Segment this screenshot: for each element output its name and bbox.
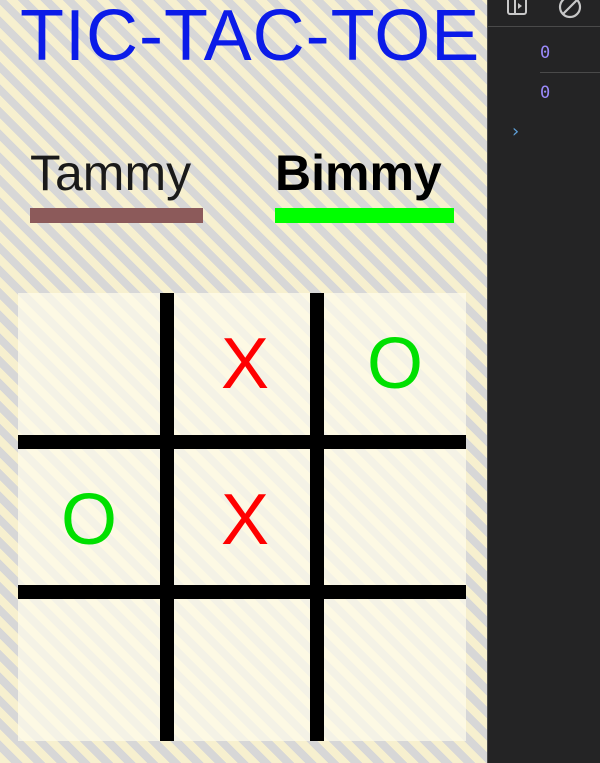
clear-console-icon[interactable] <box>557 0 582 19</box>
board-cell-0-1[interactable]: X <box>174 293 316 435</box>
board-cell-1-2[interactable] <box>324 449 466 591</box>
game-board: XO OX <box>18 293 466 741</box>
show-console-sidebar-icon[interactable] <box>505 0 529 18</box>
console-log-entry: 0 <box>540 74 600 112</box>
console-log-value: 0 <box>540 43 551 63</box>
board-cell-1-0[interactable]: O <box>18 449 160 591</box>
player-1: Tammy <box>30 144 203 223</box>
player-1-name: Tammy <box>30 145 192 201</box>
console-log-entry: 0 <box>540 34 600 73</box>
player-2-color-bar <box>275 208 454 223</box>
game-pane: TIC-TAC-TOE Tammy Bimmy XO OX <box>0 0 487 763</box>
board-cell-0-0[interactable] <box>18 293 160 435</box>
grid-line-vertical <box>160 293 174 741</box>
console-log-value: 0 <box>540 83 551 103</box>
board-cell-2-0[interactable] <box>18 599 160 741</box>
player-2-name: Bimmy <box>275 145 442 201</box>
console-toolbar <box>488 0 600 27</box>
player-2: Bimmy <box>275 144 454 223</box>
board-cell-2-1[interactable] <box>174 599 316 741</box>
board-cell-2-2[interactable] <box>324 599 466 741</box>
devtools-console-panel: 0 0 › <box>487 0 600 763</box>
board-cell-1-1[interactable]: X <box>174 449 316 591</box>
grid-line-horizontal <box>18 435 466 449</box>
console-input-prompt[interactable]: › <box>510 118 526 146</box>
player-1-color-bar <box>30 208 203 223</box>
game-title: TIC-TAC-TOE <box>20 0 481 76</box>
board-cell-0-2[interactable]: O <box>324 293 466 435</box>
